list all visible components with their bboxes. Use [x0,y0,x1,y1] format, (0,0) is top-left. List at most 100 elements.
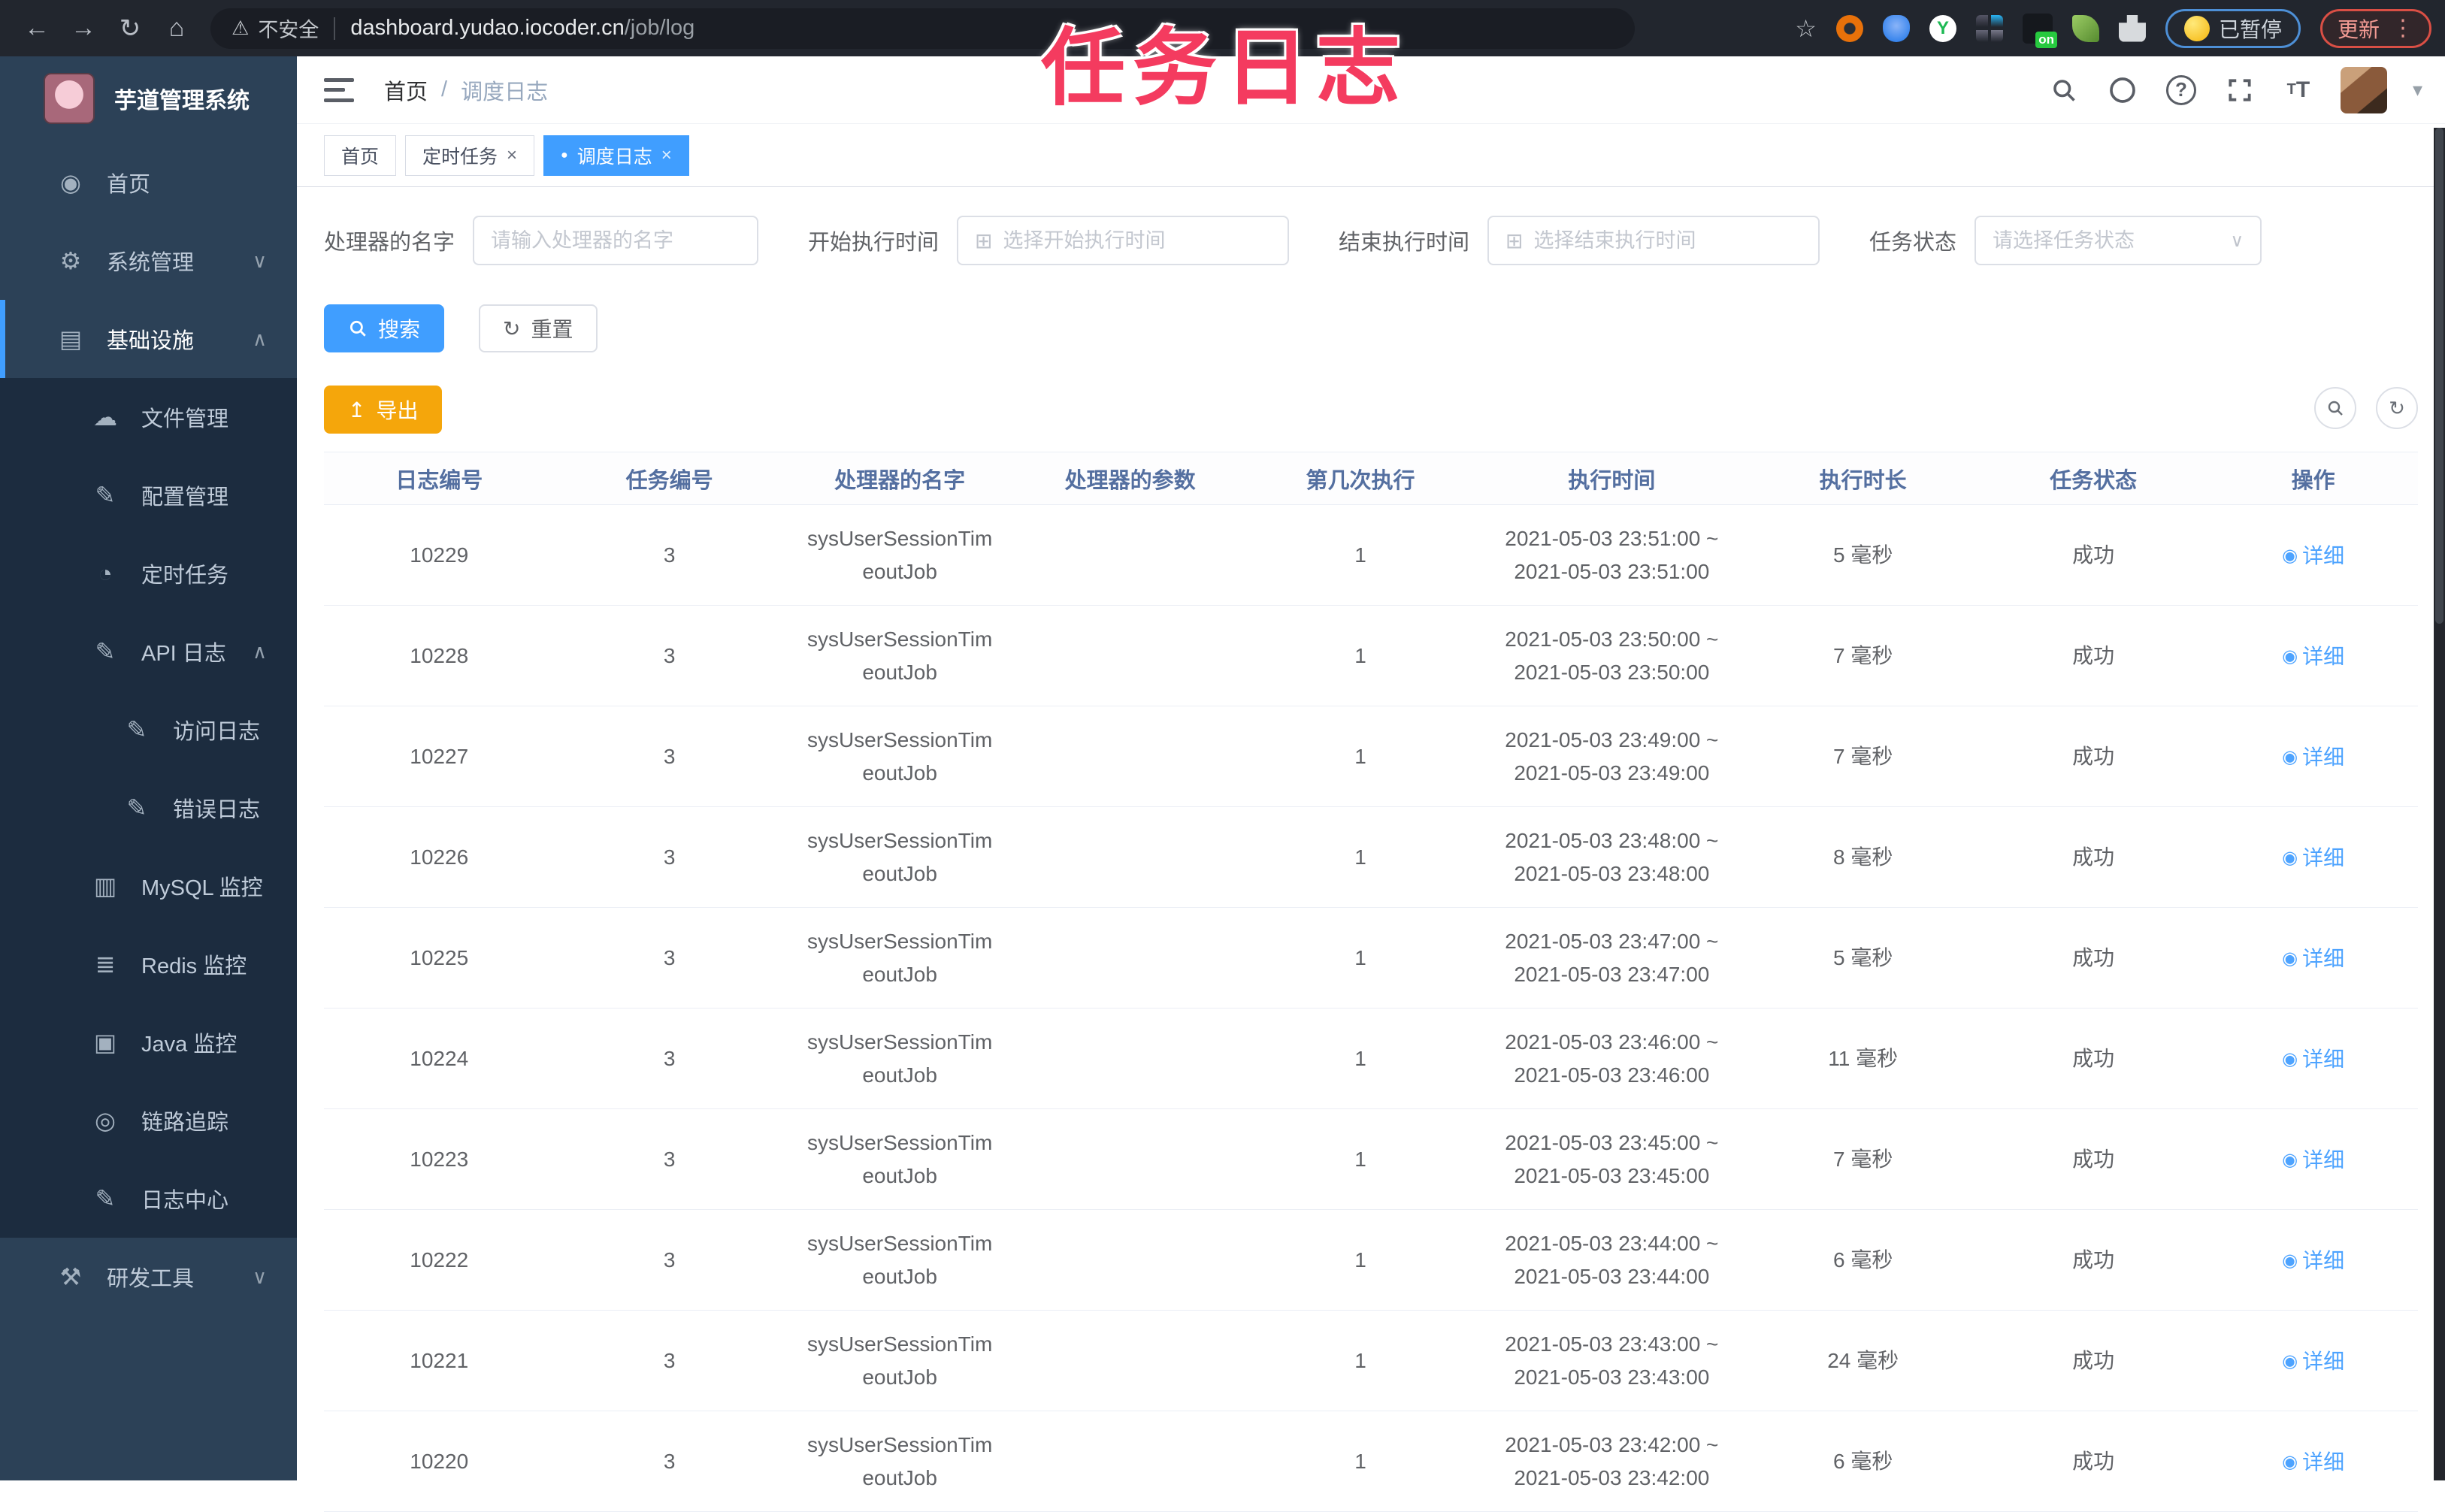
sidebar-menu-item[interactable]: ✎ 错误日志 [0,769,297,847]
fullscreen-icon[interactable] [2223,74,2256,107]
font-size-icon[interactable]: TT [2282,74,2315,107]
column-header: 日志编号 [324,463,554,494]
detail-link[interactable]: ◉ 详细 [2282,741,2344,773]
export-button[interactable]: ↥ 导出 [324,386,442,434]
sidebar-menu-item[interactable]: ▥ MySQL 监控 [0,847,297,925]
sidebar-menu-item[interactable]: ✎ 日志中心 [0,1160,297,1238]
browser-menu-icon[interactable]: ⋮ [2392,15,2414,41]
detail-link[interactable]: ◉ 详细 [2282,1043,2344,1075]
sidebar-logo-row[interactable]: 芋道管理系统 [0,56,297,138]
detail-link[interactable]: ◉ 详细 [2282,942,2344,975]
job-id-cell: 3 [554,1244,784,1276]
filter-field[interactable]: ⊞ [1487,216,1820,265]
reload-icon[interactable]: ↻ [107,14,153,44]
actions-cell: ◉ 详细 [2208,1243,2418,1277]
api-log-icon: ✎ [89,637,122,666]
exec-time-cell: 2021-05-03 23:48:00 ~ 2021-05-03 23:48:0… [1475,824,1748,890]
job-id-cell: 3 [554,1344,784,1377]
detail-link[interactable]: ◉ 详细 [2282,1144,2344,1176]
browser-update-button[interactable]: 更新 ⋮ [2320,9,2431,48]
extension-grid-icon[interactable] [1976,15,2003,42]
sidebar-menu-item[interactable]: ⚒ 研发工具 ∨ [0,1238,297,1316]
github-icon[interactable] [2106,74,2139,107]
view-tab[interactable]: 定时任务 × [405,135,534,176]
extension-orange-icon[interactable] [1836,15,1863,42]
eye-icon: ◉ [2282,1247,2298,1275]
table-row: 10225 3 sysUserSessionTim eoutJob 1 2021… [324,908,2418,1009]
status-cell: 成功 [1978,640,2208,672]
sidebar-menu-item[interactable]: ☁ 文件管理 [0,378,297,456]
sidebar-menu-item[interactable]: ▣ Java 监控 [0,1003,297,1081]
sidebar-menu-item[interactable]: ≣ Redis 监控 [0,925,297,1003]
detail-link[interactable]: ◉ 详细 [2282,1446,2344,1478]
sidebar-menu-item[interactable]: ◎ 链路追踪 [0,1081,297,1160]
bookmark-star-icon[interactable]: ☆ [1795,14,1817,43]
eye-icon: ◉ [2282,643,2298,670]
status-cell: 成功 [1978,942,2208,974]
detail-link[interactable]: ◉ 详细 [2282,1345,2344,1377]
tab-close-icon[interactable]: × [507,145,517,166]
sidebar-menu-item[interactable]: ◔ 定时任务 [0,534,297,612]
search-icon[interactable] [2047,74,2080,107]
avatar-caret-icon[interactable]: ▾ [2413,78,2422,101]
view-tab[interactable]: 首页 [324,135,396,176]
sidebar-menu-item[interactable]: ◉ 首页 [0,144,297,222]
user-avatar[interactable] [2341,67,2387,113]
config-edit-icon: ✎ [89,481,122,510]
detail-link[interactable]: ◉ 详细 [2282,640,2344,673]
detail-link[interactable]: ◉ 详细 [2282,1244,2344,1277]
column-header: 操作 [2208,463,2418,494]
extension-y-icon[interactable]: Y [1929,15,1956,42]
filter-input[interactable] [1993,229,2230,253]
hamburger-icon[interactable] [324,78,354,102]
retry-count-cell: 1 [1245,640,1475,672]
detail-link[interactable]: ◉ 详细 [2282,842,2344,874]
sidebar-menu-item[interactable]: ✎ API 日志 ∧ [0,612,297,691]
filter-input[interactable] [491,229,740,253]
refresh-table-icon[interactable]: ↻ [2376,387,2418,429]
tab-close-icon[interactable]: × [661,145,672,166]
filter-field[interactable]: ⊞ [957,216,1289,265]
retry-count-cell: 1 [1245,1244,1475,1276]
status-cell: 成功 [1978,539,2208,571]
insecure-warning-icon: ⚠ [231,17,249,40]
filter-field[interactable]: ∨ [1974,216,2262,265]
sidebar-menu-item[interactable]: ▤ 基础设施 ∧ [0,300,297,378]
filter-input[interactable] [1003,229,1272,253]
extension-leaf-icon[interactable] [2072,15,2099,42]
actions-cell: ◉ 详细 [2208,1042,2418,1075]
sidebar-menu-item[interactable]: ⚙ 系统管理 ∨ [0,222,297,300]
table-header-row: 日志编号 任务编号 处理器的名字 处理器的参数 第几次执行 执行时间 执行时长 … [324,452,2418,505]
scrollbar-thumb[interactable] [2435,128,2443,624]
tab-label: 首页 [341,142,379,169]
forward-icon[interactable]: → [60,14,107,43]
sidebar-menu-item[interactable]: ✎ 配置管理 [0,456,297,534]
log-id-cell: 10226 [324,841,554,873]
detail-link[interactable]: ◉ 详细 [2282,540,2344,572]
profile-paused-pill[interactable]: 已暂停 [2165,9,2301,48]
search-button[interactable]: 搜索 [324,304,444,352]
browser-scrollbar[interactable] [2434,128,2445,1480]
address-bar[interactable]: ⚠ 不安全 dashboard.yudao.iocoder.cn /job/lo… [210,8,1635,49]
back-icon[interactable]: ← [14,14,60,43]
filter-field[interactable] [473,216,758,265]
actions-cell: ◉ 详细 [2208,639,2418,673]
sidebar-menu-item[interactable]: ✎ 访问日志 [0,691,297,769]
timer-icon: ◔ [89,560,122,588]
filter-input[interactable] [1534,229,1802,253]
extensions-puzzle-icon[interactable] [2119,15,2146,42]
handler-name-cell: sysUserSessionTim eoutJob [785,522,1015,588]
sidebar-item-label: 系统管理 [107,245,194,277]
help-icon[interactable]: ? [2165,74,2198,107]
home-icon[interactable]: ⌂ [153,14,200,43]
toggle-search-icon[interactable] [2314,387,2356,429]
extension-on-badge-icon[interactable] [2023,14,2053,44]
view-tab[interactable]: ● 调度日志 × [543,135,689,176]
retry-count-cell: 1 [1245,1143,1475,1175]
paused-label: 已暂停 [2219,14,2282,44]
reset-button[interactable]: ↻ 重置 [479,304,597,352]
status-cell: 成功 [1978,1143,2208,1175]
breadcrumb-home[interactable]: 首页 [384,74,428,106]
extension-blue-icon[interactable] [1883,15,1910,42]
column-header: 处理器的名字 [785,463,1015,494]
